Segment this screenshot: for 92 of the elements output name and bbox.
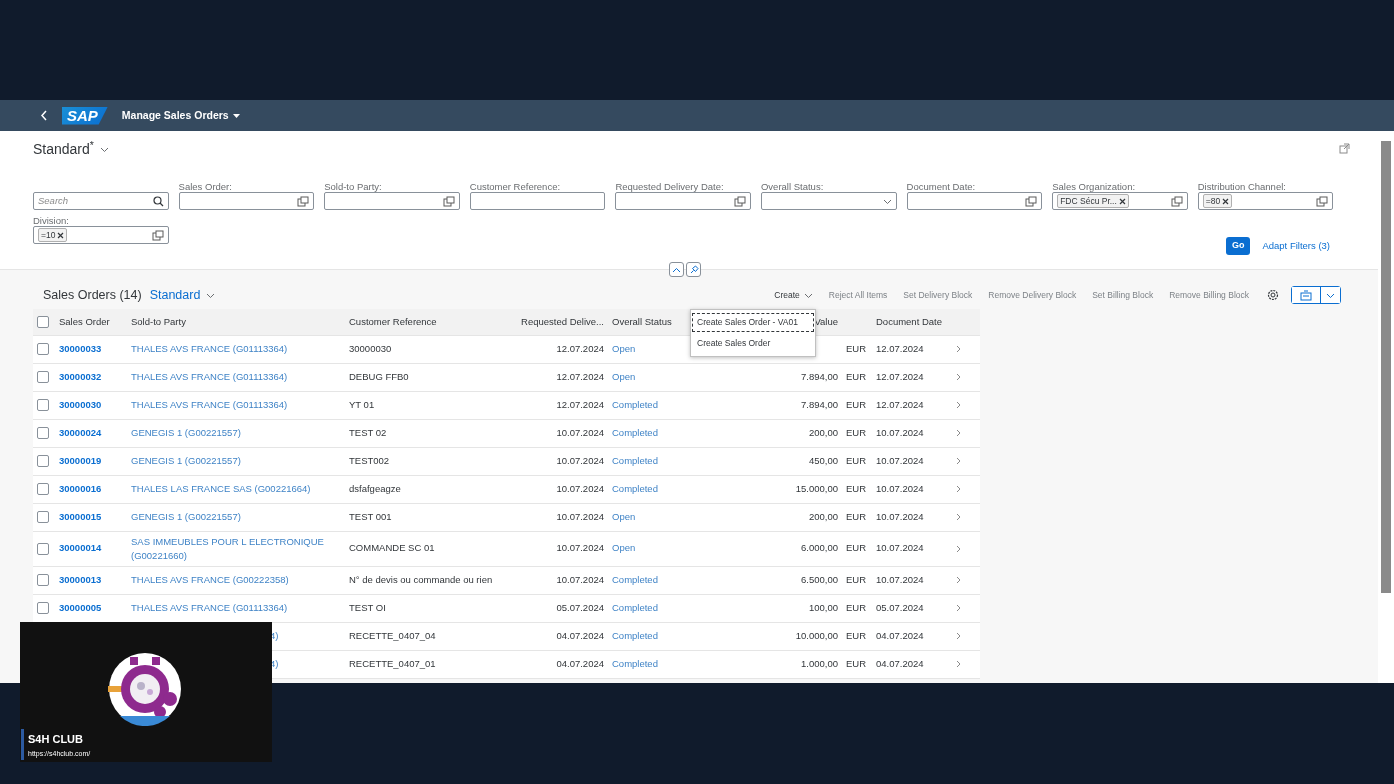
go-button[interactable]: Go [1225, 237, 1251, 255]
table-cell: 12.07.2024 [556, 398, 604, 410]
filter-label: Sales Organization: [1052, 180, 1137, 192]
table-variant[interactable]: Standard [149, 285, 216, 305]
table-cell: DEBUG FFB0 [349, 370, 409, 382]
token[interactable]: FDC Sécu Pr... [1057, 194, 1129, 208]
table-cell: 12.07.2024 [876, 398, 924, 410]
table-cell: 10.07.2024 [876, 454, 924, 466]
filter-label: Customer Reference: [469, 180, 562, 192]
table-cell: 15.000,00 [795, 482, 838, 494]
table-cell: 10.07.2024 [556, 510, 604, 522]
search-field[interactable]: Search [33, 192, 169, 210]
token[interactable]: =80 [1202, 194, 1233, 208]
table-cell: dsfafgeagze [349, 482, 401, 494]
table-cell: 10.07.2024 [876, 482, 924, 494]
table-cell: EUR [846, 601, 867, 613]
table-cell: 12.07.2024 [556, 370, 604, 382]
table-cell: EUR [846, 426, 867, 438]
table-cell: 7.894,00 [801, 398, 838, 410]
table-cell: 200,00 [808, 426, 838, 438]
table-cell: 6.000,00 [801, 542, 838, 554]
table-cell: EUR [846, 657, 867, 669]
table-cell: 12.07.2024 [556, 342, 604, 354]
status-link[interactable]: Open [612, 370, 636, 382]
menu-item[interactable]: Create Sales Order [691, 332, 815, 354]
filter-label: Requested Delivery Date: [615, 180, 725, 192]
filter-field[interactable]: FDC Sécu Pr... [1052, 192, 1188, 210]
table-cell: 10.07.2024 [556, 573, 604, 585]
filter-field[interactable]: =10 [33, 226, 169, 244]
table-cell: 7.894,00 [801, 370, 838, 382]
table-cell: 30000030 [349, 342, 392, 354]
table-cell: TEST 02 [349, 426, 387, 438]
filter-label: Sold-to Party: [324, 180, 383, 192]
table-cell: 10.07.2024 [876, 510, 924, 522]
status-link[interactable]: Open [612, 342, 636, 354]
table-cell: 10.07.2024 [556, 454, 604, 466]
table-cell: YT 01 [349, 398, 375, 410]
table-cell: 450,00 [808, 454, 838, 466]
table-cell: EUR [846, 370, 867, 382]
table-cell: EUR [846, 573, 867, 585]
app-title-menu[interactable]: Manage Sales Orders [121, 107, 240, 124]
table-cell: 10.000,00 [795, 629, 838, 641]
table-cell: RECETTE_0407_01 [349, 657, 436, 669]
table-cell: TEST 001 [349, 510, 392, 522]
filter-label: Sales Order: [178, 180, 233, 192]
table-cell: 05.07.2024 [876, 601, 924, 613]
adapt-filters-link[interactable]: Adapt Filters (3) [1262, 238, 1330, 254]
table-cell: EUR [846, 342, 867, 354]
table-title: Sales Orders (14) [43, 286, 142, 304]
table-cell: EUR [846, 542, 867, 554]
table-cell: 10.07.2024 [556, 426, 604, 438]
column-header[interactable]: Value [814, 315, 838, 327]
table-cell: TEST OI [349, 601, 386, 613]
status-link[interactable]: Open [612, 542, 636, 554]
table-cell: RECETTE_0407_04 [349, 629, 436, 641]
token[interactable]: =10 [38, 228, 68, 242]
table-cell: 10.07.2024 [876, 426, 924, 438]
table-cell: 100,00 [808, 601, 838, 613]
table-cell: 04.07.2024 [556, 657, 604, 669]
table-cell: N° de devis ou commande ou rien [349, 573, 493, 585]
overlay-name: S4H CLUB [28, 732, 83, 747]
table-cell: 1.000,00 [801, 657, 838, 669]
table-cell: 10.07.2024 [556, 542, 604, 554]
filter-label: Document Date: [906, 180, 977, 192]
filter-label: Division: [33, 214, 70, 226]
table-cell: EUR [846, 454, 867, 466]
table-cell: 05.07.2024 [556, 601, 604, 613]
sap-logo: SAP [62, 106, 108, 125]
table-cell: 200,00 [808, 510, 838, 522]
table-cell: 6.500,00 [801, 573, 838, 585]
table-cell: 04.07.2024 [876, 657, 924, 669]
filter-field[interactable]: =80 [1197, 192, 1334, 210]
table-cell: EUR [846, 482, 867, 494]
filter-label: Distribution Channel: [1197, 180, 1287, 192]
table-cell: EUR [846, 629, 867, 641]
filter-label: Overall Status: [760, 180, 825, 192]
table-cell: 10.07.2024 [876, 573, 924, 585]
status-link[interactable]: Open [612, 510, 636, 522]
toolbar-button[interactable]: Create [766, 288, 821, 302]
table-cell: EUR [846, 398, 867, 410]
table-cell: 10.07.2024 [556, 482, 604, 494]
table-cell: 10.07.2024 [876, 542, 924, 554]
table-cell: TEST002 [349, 454, 390, 466]
table-cell: 12.07.2024 [876, 370, 924, 382]
column-header[interactable]: Sold-to Party [131, 315, 186, 327]
table-cell: 04.07.2024 [556, 629, 604, 641]
table-cell: 04.07.2024 [876, 629, 924, 641]
table-cell: EUR [846, 510, 867, 522]
menu-item[interactable]: Create Sales Order - VA01 [691, 312, 815, 333]
variant-name[interactable]: Standard$^{*}$ [33, 139, 94, 160]
table-cell: 12.07.2024 [876, 342, 924, 354]
table-cell: COMMANDE SC 01 [349, 542, 435, 554]
